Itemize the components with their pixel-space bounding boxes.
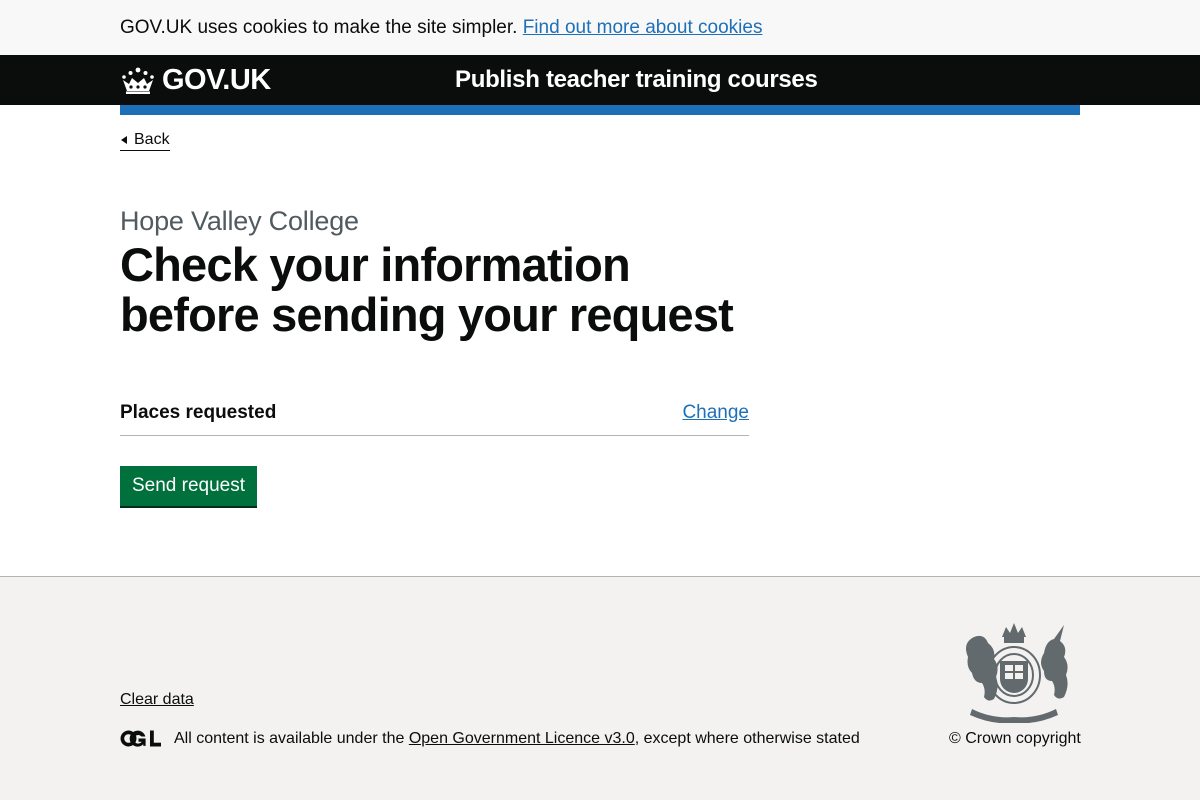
open-government-licence-link[interactable]: Open Government Licence v3.0 bbox=[409, 730, 635, 747]
clear-data-link[interactable]: Clear data bbox=[120, 690, 194, 710]
page-caption: Hope Valley College bbox=[120, 206, 359, 236]
site-footer: Clear data All content is available unde… bbox=[0, 576, 1200, 800]
cookie-banner: GOV.UK uses cookies to make the site sim… bbox=[0, 0, 1200, 55]
cookie-text: GOV.UK uses cookies to make the site sim… bbox=[120, 17, 518, 38]
service-name-link[interactable]: Publish teacher training courses bbox=[455, 67, 818, 93]
back-link[interactable]: Back bbox=[120, 130, 170, 151]
cookie-message: GOV.UK uses cookies to make the site sim… bbox=[120, 16, 762, 40]
change-link[interactable]: Change bbox=[682, 401, 749, 425]
crown-copyright-link[interactable]: © Crown copyright bbox=[949, 729, 1081, 749]
send-request-button[interactable]: Send request bbox=[120, 466, 258, 506]
logo-text: GOV.UK bbox=[162, 64, 271, 96]
royal-coat-of-arms-icon bbox=[966, 623, 1068, 723]
header-accent-bar bbox=[120, 105, 1080, 115]
ogl-logo-icon bbox=[120, 730, 161, 747]
cookie-info-link[interactable]: Find out more about cookies bbox=[523, 17, 763, 38]
back-link-label: Back bbox=[134, 131, 170, 148]
chevron-left-icon bbox=[121, 136, 127, 144]
licence-prefix: All content is available under the bbox=[174, 730, 405, 747]
licence-suffix: , except where otherwise stated bbox=[634, 730, 860, 747]
govuk-logo-link[interactable]: GOV.UK bbox=[120, 65, 271, 95]
summary-row: Places requested Change bbox=[120, 393, 749, 436]
licence-text: All content is available under the Open … bbox=[174, 729, 860, 749]
site-header: GOV.UK Publish teacher training courses bbox=[0, 55, 1200, 105]
page-title: Check your information before sending yo… bbox=[120, 238, 734, 341]
crown-icon bbox=[122, 67, 154, 94]
summary-key: Places requested bbox=[120, 402, 277, 423]
